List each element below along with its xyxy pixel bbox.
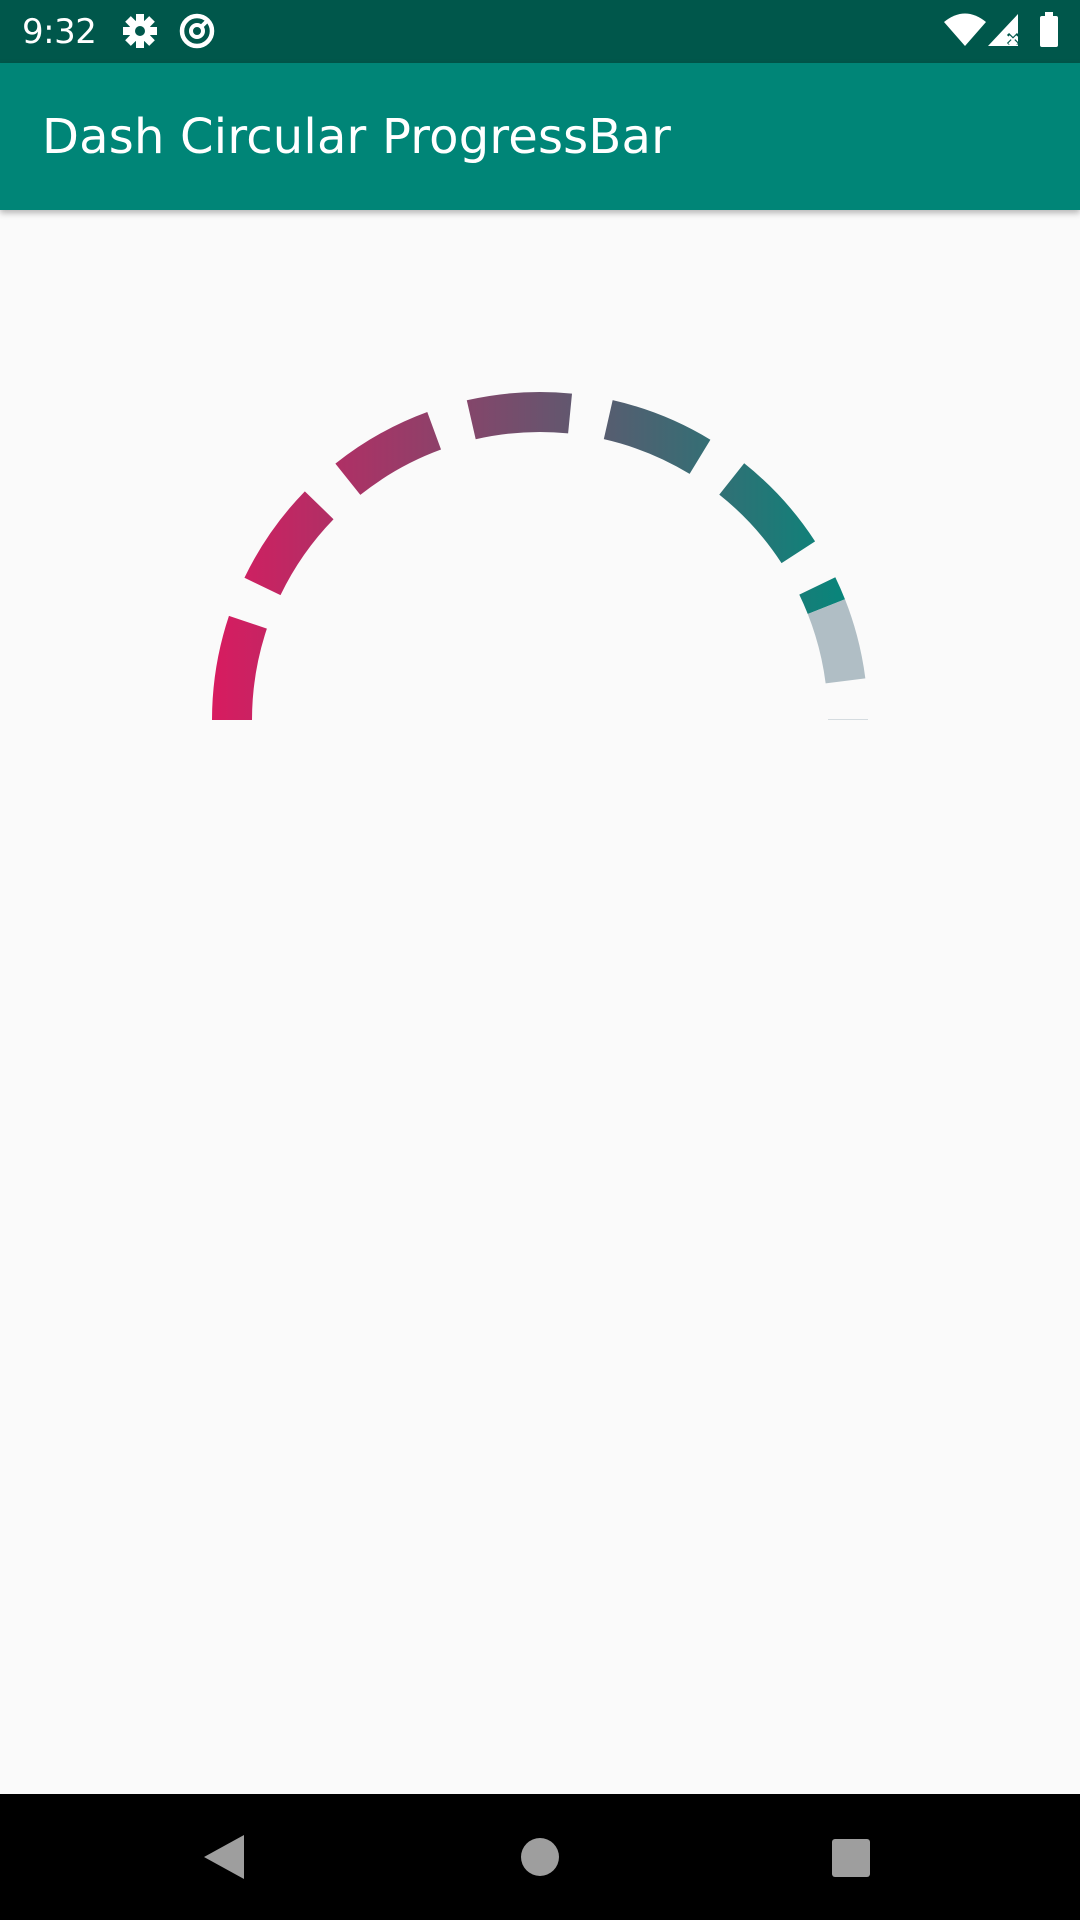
- home-button[interactable]: [470, 1794, 610, 1920]
- progress-dash: [212, 615, 267, 721]
- status-bar: 9:32: [0, 0, 1080, 63]
- home-icon: [521, 1838, 559, 1876]
- back-button[interactable]: [156, 1794, 296, 1920]
- progress-dash: [799, 577, 845, 615]
- app-bar: Dash Circular ProgressBar: [0, 63, 1080, 210]
- gear-icon: [123, 14, 157, 48]
- progress-dash: [244, 491, 334, 596]
- progress-dashes: [212, 392, 869, 721]
- progress-dash: [335, 411, 442, 496]
- battery-icon: [1040, 12, 1058, 47]
- track-dash: [807, 599, 866, 684]
- progress-dash: [466, 392, 573, 440]
- progress-dash: [718, 463, 816, 564]
- recents-icon: [832, 1839, 870, 1877]
- content-area: [0, 210, 1080, 1794]
- recents-button[interactable]: [780, 1794, 920, 1920]
- dash-circular-progress-bar: [212, 392, 869, 721]
- app-title: Dash Circular ProgressBar: [42, 109, 672, 165]
- wifi-icon: [944, 13, 986, 46]
- status-time: 9:32: [22, 12, 97, 52]
- navigation-bar: [0, 1794, 1080, 1920]
- signal-no-data-icon: [988, 14, 1020, 46]
- data-saver-icon: [179, 13, 215, 49]
- progress-dash: [603, 400, 711, 475]
- back-icon: [204, 1835, 244, 1879]
